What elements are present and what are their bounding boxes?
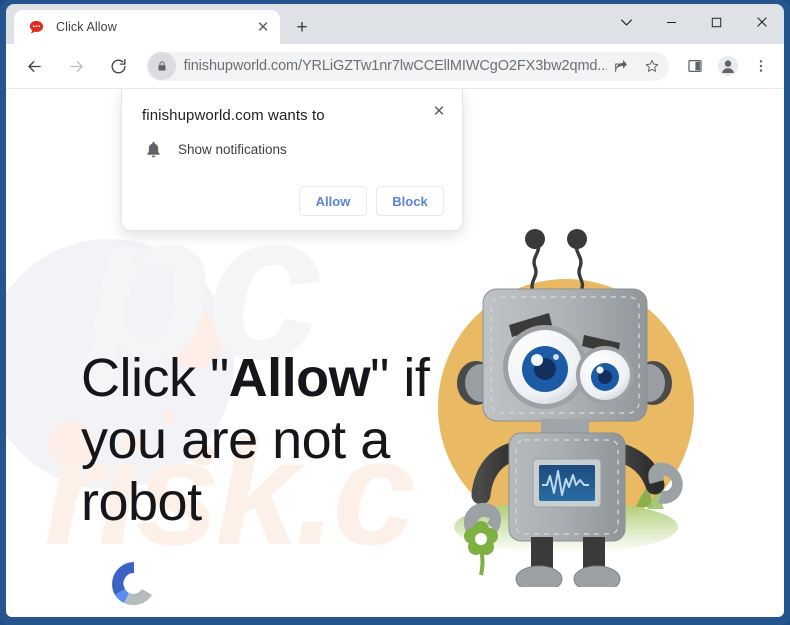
e-captcha-logo: E-CAPTCHA: [91, 556, 177, 617]
tab-strip: Click Allow ✕ +: [6, 4, 784, 44]
tab-title: Click Allow: [56, 20, 117, 34]
tab-strip-spacer: [6, 4, 14, 44]
page-content: pc risk.c Click "Allow" if you are not a…: [6, 89, 784, 617]
notification-permission-dialog: ✕ finishupworld.com wants to Show notifi…: [121, 89, 463, 231]
headline-prefix: Click ": [81, 348, 229, 408]
star-icon[interactable]: [638, 52, 666, 80]
side-panel-icon[interactable]: [680, 51, 710, 81]
robot-mascot-illustration: [421, 207, 711, 593]
maximize-icon[interactable]: [694, 4, 739, 40]
url-text: finishupworld.com/YRLiGZTw1nr7lwCCEllMIW…: [183, 58, 608, 74]
chat-bubble-icon: [28, 19, 45, 36]
back-button[interactable]: [20, 51, 50, 81]
browser-window: Click Allow ✕ + finishupworld.com/YRLiGZ…: [0, 0, 790, 625]
browser-toolbar: finishupworld.com/YRLiGZTw1nr7lwCCEllMIW…: [6, 44, 784, 89]
permission-option-row: Show notifications: [142, 140, 444, 159]
profile-avatar-icon[interactable]: [713, 51, 743, 81]
address-bar[interactable]: finishupworld.com/YRLiGZTw1nr7lwCCEllMIW…: [145, 51, 670, 81]
headline-bold: Allow: [228, 348, 371, 408]
minimize-icon[interactable]: [649, 4, 694, 40]
block-button[interactable]: Block: [376, 186, 444, 216]
dialog-actions: Allow Block: [142, 186, 444, 216]
tab-close-icon[interactable]: ✕: [252, 16, 274, 38]
dialog-title: finishupworld.com wants to: [142, 107, 325, 124]
lock-icon[interactable]: [147, 52, 176, 80]
allow-button[interactable]: Allow: [299, 186, 367, 216]
dialog-close-icon[interactable]: ✕: [428, 100, 450, 122]
permission-option-label: Show notifications: [178, 142, 287, 157]
tab-search-icon[interactable]: [604, 4, 649, 40]
page-headline: Click "Allow" if you are not a robot: [81, 347, 431, 533]
forward-button[interactable]: [62, 51, 92, 81]
reload-button[interactable]: [104, 51, 134, 81]
new-tab-button[interactable]: +: [288, 13, 316, 41]
browser-tab[interactable]: Click Allow ✕: [14, 10, 280, 44]
captcha-label: E-CAPTCHA: [91, 616, 177, 617]
window-controls: [604, 4, 784, 40]
three-dot-menu-icon[interactable]: [746, 51, 776, 81]
c-ring-logo-icon: [106, 556, 162, 612]
window-close-icon[interactable]: [739, 4, 784, 40]
share-icon[interactable]: [607, 52, 635, 80]
bell-icon: [142, 140, 164, 159]
